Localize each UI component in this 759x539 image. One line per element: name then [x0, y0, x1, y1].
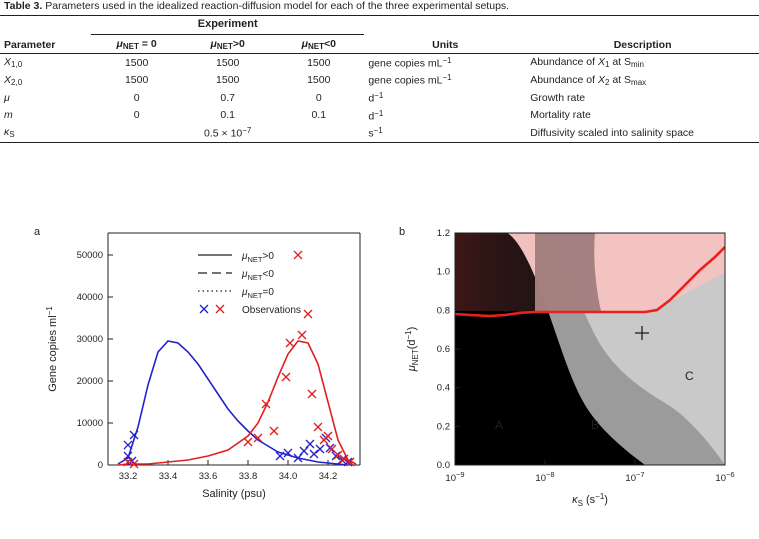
table-caption-text: Parameters used in the idealized reactio…	[45, 0, 510, 12]
panel-b-ylabel: μNET(d−1)	[404, 327, 420, 373]
table-caption: Table 3. Parameters used in the idealize…	[0, 0, 759, 15]
svg-text:33.2: 33.2	[119, 471, 138, 482]
header-exp-mu-pos: μNET>0	[210, 38, 245, 51]
svg-text:10−9: 10−9	[445, 470, 464, 484]
cell-kappa-desc: Diffusivity scaled into salinity space	[530, 126, 695, 139]
cell-m-desc: Mortality rate	[530, 109, 591, 122]
cell-kappa-value: 0.5 × 10−7	[204, 126, 252, 140]
row-param-m: m	[4, 109, 13, 122]
experiment-group-header-row: Experiment	[0, 16, 759, 32]
panel-a-xlabel: Salinity (psu)	[202, 488, 266, 500]
svg-text:0.8: 0.8	[437, 305, 450, 316]
experiment-group-header: Experiment	[197, 18, 258, 30]
svg-text:33.4: 33.4	[159, 471, 178, 482]
row-param-kappa: κS	[4, 126, 15, 140]
panel-b-label: b	[399, 226, 405, 238]
observations-blue	[123, 430, 353, 467]
row-param-mu: μ	[4, 91, 10, 104]
svg-text:10−8: 10−8	[535, 470, 554, 484]
svg-text:0.4: 0.4	[437, 383, 450, 394]
cell-x2-exp1: 1500	[124, 74, 149, 87]
svg-text:33.6: 33.6	[199, 471, 218, 482]
svg-text:40000: 40000	[77, 292, 103, 303]
svg-text:33.8: 33.8	[239, 471, 258, 482]
header-units: Units	[432, 38, 459, 51]
panel-b: 0.0 0.2 0.4 0.6 0.8 1.0 1.2 10−9 10−8 10…	[395, 215, 755, 539]
panel-a-label: a	[34, 226, 41, 238]
legend-label-mu-pos: μNET>0	[241, 251, 274, 264]
table-row: m 0 0.1 0.1 d−1 Mortality rate	[0, 107, 759, 125]
cell-m-units: d−1	[368, 108, 384, 123]
panel-a: 0 10000 20000 30000 40000 50000 33.2 33.…	[30, 215, 390, 539]
cell-x1-exp2: 1500	[216, 56, 240, 69]
svg-text:50000: 50000	[77, 250, 103, 261]
table-bottom-rule	[0, 141, 759, 143]
figure-block: 0 10000 20000 30000 40000 50000 33.2 33.…	[0, 215, 759, 539]
cell-kappa-units: s−1	[368, 126, 383, 140]
legend-label-mu-neg: μNET<0	[241, 269, 274, 282]
svg-text:34.2: 34.2	[319, 471, 338, 482]
region-label-b: B	[591, 418, 599, 432]
cell-m-exp1: 0	[133, 109, 140, 122]
legend-label-mu-zero: μNET=0	[241, 287, 274, 300]
panel-b-svg: 0.0 0.2 0.4 0.6 0.8 1.0 1.2 10−9 10−8 10…	[399, 226, 735, 508]
cell-x1-exp1: 1500	[124, 56, 149, 69]
series-red-line	[117, 340, 357, 466]
legend-label-observations: Observations	[242, 305, 301, 316]
observations-red	[123, 250, 355, 469]
cell-x1-exp3: 1500	[307, 56, 331, 69]
svg-text:20000: 20000	[77, 376, 103, 387]
cell-mu-exp1: 0	[133, 91, 140, 104]
cell-mu-exp3: 0	[315, 91, 322, 104]
panel-a-axes	[107, 232, 361, 466]
cell-x2-desc: Abundance of X2 at Smax	[530, 73, 647, 87]
table-row: X1,0 1500 1500 1500 gene copies mL−1 Abu…	[0, 54, 759, 72]
header-exp-mu-neg: μNET<0	[301, 38, 336, 51]
svg-text:0.2: 0.2	[437, 421, 450, 432]
panel-a-ylabel: Gene copies ml−1	[45, 306, 59, 392]
cell-x2-exp3: 1500	[307, 74, 331, 87]
panel-b-xlabel: κS (s−1)	[572, 492, 608, 508]
header-parameter: Parameter	[4, 38, 56, 51]
svg-text:0.0: 0.0	[437, 460, 450, 471]
cell-mu-units: d−1	[368, 90, 384, 105]
cell-m-exp2: 0.1	[220, 109, 235, 122]
cell-mu-exp2: 0.7	[220, 91, 235, 104]
experiment-group-rule	[91, 33, 365, 35]
region-label-a: A	[495, 418, 503, 432]
parameters-table-block: Table 3. Parameters used in the idealize…	[0, 0, 759, 143]
svg-text:10−7: 10−7	[625, 470, 644, 484]
svg-text:10000: 10000	[77, 418, 103, 429]
table-header-row: Parameter μNET = 0 μNET>0 μNET<0 Units D…	[0, 36, 759, 53]
svg-text:34.0: 34.0	[279, 471, 298, 482]
page-root: Table 3. Parameters used in the idealize…	[0, 0, 759, 539]
cell-x1-units: gene copies mL−1	[368, 55, 452, 70]
svg-text:0.6: 0.6	[437, 344, 450, 355]
table-row: μ 0 0.7 0 d−1 Growth rate	[0, 89, 759, 107]
row-param-x1: X1,0	[4, 56, 23, 70]
panel-a-svg: 0 10000 20000 30000 40000 50000 33.2 33.…	[34, 226, 361, 500]
table-caption-label: Table 3.	[4, 0, 43, 12]
svg-text:0: 0	[98, 460, 103, 471]
cell-x2-units: gene copies mL−1	[368, 73, 452, 87]
parameters-table: Experiment Parameter μNET = 0 μNET>0 μNE…	[0, 16, 759, 142]
cell-mu-desc: Growth rate	[530, 91, 586, 104]
header-description: Description	[613, 38, 672, 51]
svg-text:1.2: 1.2	[437, 228, 450, 239]
header-exp-mu-zero: μNET = 0	[116, 38, 157, 51]
region-label-c: C	[685, 369, 694, 383]
panel-a-legend: μNET>0 μNET<0 μNET=0 Observations	[198, 251, 301, 316]
svg-text:10−6: 10−6	[715, 470, 734, 484]
svg-text:1.0: 1.0	[437, 267, 450, 278]
cell-m-exp3: 0.1	[311, 109, 327, 122]
cell-x2-exp2: 1500	[216, 74, 240, 87]
svg-text:30000: 30000	[77, 334, 103, 345]
table-row: κS 0.5 × 10−7 s−1 Diffusivity scaled int…	[0, 124, 759, 142]
cell-x1-desc: Abundance of X1 at Smin	[530, 56, 644, 70]
table-row: X2,0 1500 1500 1500 gene copies mL−1 Abu…	[0, 71, 759, 89]
row-param-x2: X2,0	[4, 73, 23, 87]
